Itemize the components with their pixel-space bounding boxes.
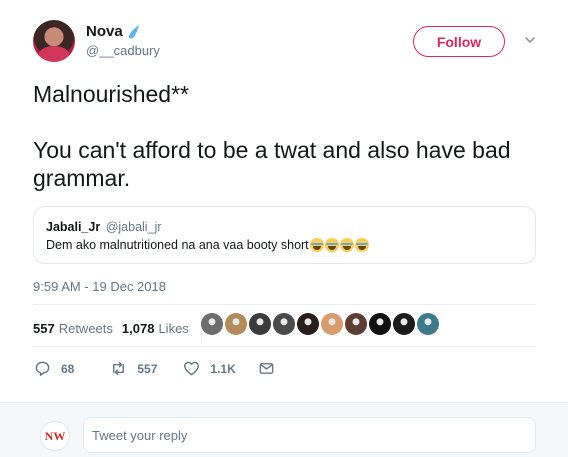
- divider: [33, 346, 536, 347]
- quoted-user-handle: @jabali_jr: [105, 220, 162, 234]
- quoted-tweet-header: Jabali_Jr @jabali_jr: [46, 220, 161, 234]
- envelope-icon: [259, 363, 274, 374]
- liker-avatar[interactable]: [369, 313, 391, 335]
- tweet-text: Malnourished** You can't afford to be a …: [33, 80, 538, 192]
- reply-icon: [35, 361, 50, 376]
- liker-avatar[interactable]: [201, 313, 223, 335]
- retweet-count[interactable]: 557: [33, 321, 55, 336]
- follow-button[interactable]: Follow: [413, 26, 505, 57]
- retweet-button[interactable]: 557: [110, 360, 157, 377]
- liker-avatar[interactable]: [225, 313, 247, 335]
- chevron-down-icon[interactable]: [523, 33, 537, 47]
- quoted-user-name: Jabali_Jr: [46, 220, 101, 234]
- liker-avatar[interactable]: [273, 313, 295, 335]
- face-with-tears-of-joy-icon: [309, 238, 324, 252]
- tweet-stats: 557 Retweets 1,078 Likes: [33, 316, 212, 340]
- quoted-tweet[interactable]: Jabali_Jr @jabali_jr Dem ako malnutritio…: [33, 206, 536, 264]
- quoted-tweet-text: Dem ako malnutritioned na ana vaa booty …: [46, 238, 309, 252]
- reply-button[interactable]: 68: [34, 360, 74, 377]
- liker-avatar[interactable]: [417, 313, 439, 335]
- liker-avatars: [201, 313, 439, 335]
- reply-input[interactable]: Tweet your reply: [83, 417, 536, 453]
- user-handle[interactable]: @__cadbury: [86, 43, 160, 58]
- liker-avatar[interactable]: [345, 313, 367, 335]
- user-name-text: Nova: [86, 23, 123, 40]
- like-button[interactable]: 1.1K: [183, 360, 236, 377]
- reply-count: 68: [61, 361, 75, 376]
- like-count-label[interactable]: Likes: [158, 321, 188, 336]
- face-with-tears-of-joy-icon: [324, 238, 339, 252]
- tweet-actions: 68 557 1.1K: [34, 360, 275, 377]
- face-with-tears-of-joy-icon: [339, 238, 354, 252]
- heart-icon: [184, 361, 200, 376]
- tweet-text-line1: Malnourished**: [33, 81, 189, 107]
- liker-avatar[interactable]: [249, 313, 271, 335]
- direct-message-button[interactable]: [258, 360, 275, 377]
- liker-avatar[interactable]: [297, 313, 319, 335]
- user-avatar[interactable]: [33, 20, 75, 62]
- tweet-timestamp[interactable]: 9:59 AM - 19 Dec 2018: [33, 279, 166, 294]
- quoted-tweet-body: Dem ako malnutritioned na ana vaa booty …: [46, 238, 369, 252]
- user-name[interactable]: Nova: [86, 23, 142, 40]
- tweet-text-line2: You can't afford to be a twat and also h…: [33, 137, 511, 191]
- divider: [33, 304, 536, 305]
- like-count[interactable]: 1,078: [122, 321, 155, 336]
- liker-avatar[interactable]: [393, 313, 415, 335]
- liker-avatar[interactable]: [321, 313, 343, 335]
- face-with-tears-of-joy-icon: [354, 238, 369, 252]
- retweet-action-count: 557: [137, 361, 158, 376]
- current-user-avatar: NW: [40, 421, 70, 451]
- tweet-card: Nova @__cadbury Follow Malnourished** Yo…: [0, 0, 568, 400]
- water-drop-icon: [128, 24, 139, 38]
- retweet-icon: [113, 361, 125, 376]
- like-action-count: 1.1K: [210, 361, 236, 376]
- retweet-count-label[interactable]: Retweets: [59, 321, 113, 336]
